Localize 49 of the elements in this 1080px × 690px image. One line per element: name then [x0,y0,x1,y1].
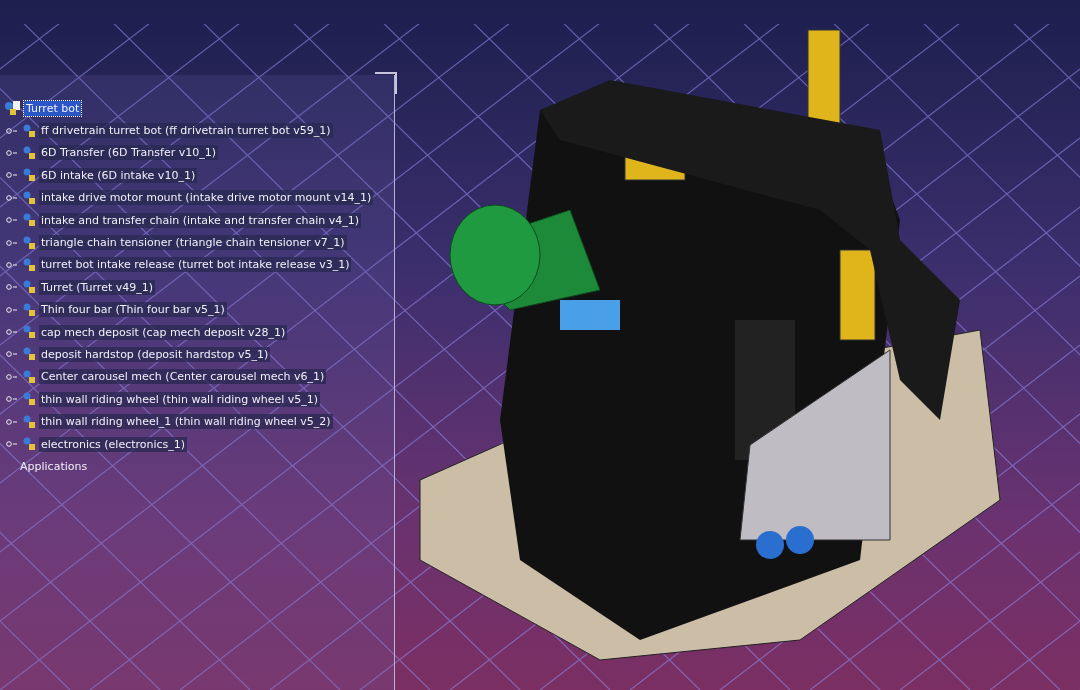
tree-node[interactable]: thin wall riding wheel_1 (thin wall riding wheel v5_2) [39,414,333,430]
product-icon [22,414,36,429]
tree-node[interactable]: deposit hardstop (deposit hardstop v5_1) [39,347,271,362]
panel-corner-mark [375,72,397,94]
node-connector-icon [6,328,18,337]
node-connector-icon [6,283,18,292]
tree-node[interactable]: cap mech deposit (cap mech deposit v28_1) [39,324,288,340]
tree-node[interactable]: Center carousel mech (Center carousel mech v6_1) [39,369,327,385]
node-connector-icon [6,216,18,225]
product-icon [22,123,36,138]
tree-node[interactable]: Thin four bar (Thin four bar v5_1) [39,302,227,318]
product-icon [22,369,36,384]
tree-node[interactable]: intake and transfer chain (intake and transfer chain v4_1) [39,212,362,228]
node-connector-icon [6,193,18,202]
product-icon [22,280,36,295]
product-icon [22,145,36,160]
node-connector-icon [6,350,18,359]
tree-node[interactable]: ff drivetrain turret bot (ff drivetrain turret bot v59_1) [39,123,333,139]
product-icon [22,168,36,183]
tree-node[interactable]: Turret bot [24,100,82,116]
product-icon [22,392,36,407]
node-connector-icon [6,260,18,269]
node-connector-icon [6,395,18,404]
node-connector-icon [6,126,18,135]
node-connector-icon [6,440,18,449]
tree-node[interactable]: 6D Transfer (6D Transfer v10_1) [39,145,218,161]
product-icon [22,325,36,340]
product-icon [22,213,36,228]
node-connector-icon [6,305,18,314]
tree-node[interactable]: electronics (electronics_1) [39,436,188,452]
assembly-root-icon [4,100,22,117]
node-connector-icon [6,417,18,426]
node-connector-icon [6,372,18,381]
tree-node[interactable]: Applications [18,458,90,474]
node-connector-icon [6,171,18,180]
product-icon [22,190,36,205]
tree-node[interactable]: triangle chain tensioner (triangle chain tensioner v7_1) [39,235,347,251]
tree-node[interactable]: 6D intake (6D intake v10_1) [39,167,198,183]
tree-node[interactable]: Turret (Turret v49_1) [39,279,155,295]
product-icon [22,437,36,452]
tree-node[interactable]: thin wall riding wheel (thin wall riding wheel v5_1) [39,391,321,407]
product-icon [22,302,36,317]
product-icon [22,347,36,362]
tree-node[interactable]: turret bot intake release (turret bot intake release v3_1) [39,257,352,273]
tree-node[interactable]: intake drive motor mount (intake drive motor mount v14_1) [39,190,374,206]
node-connector-icon [6,238,18,247]
node-connector-icon [6,148,18,157]
product-icon [22,257,36,272]
product-icon [22,235,36,250]
